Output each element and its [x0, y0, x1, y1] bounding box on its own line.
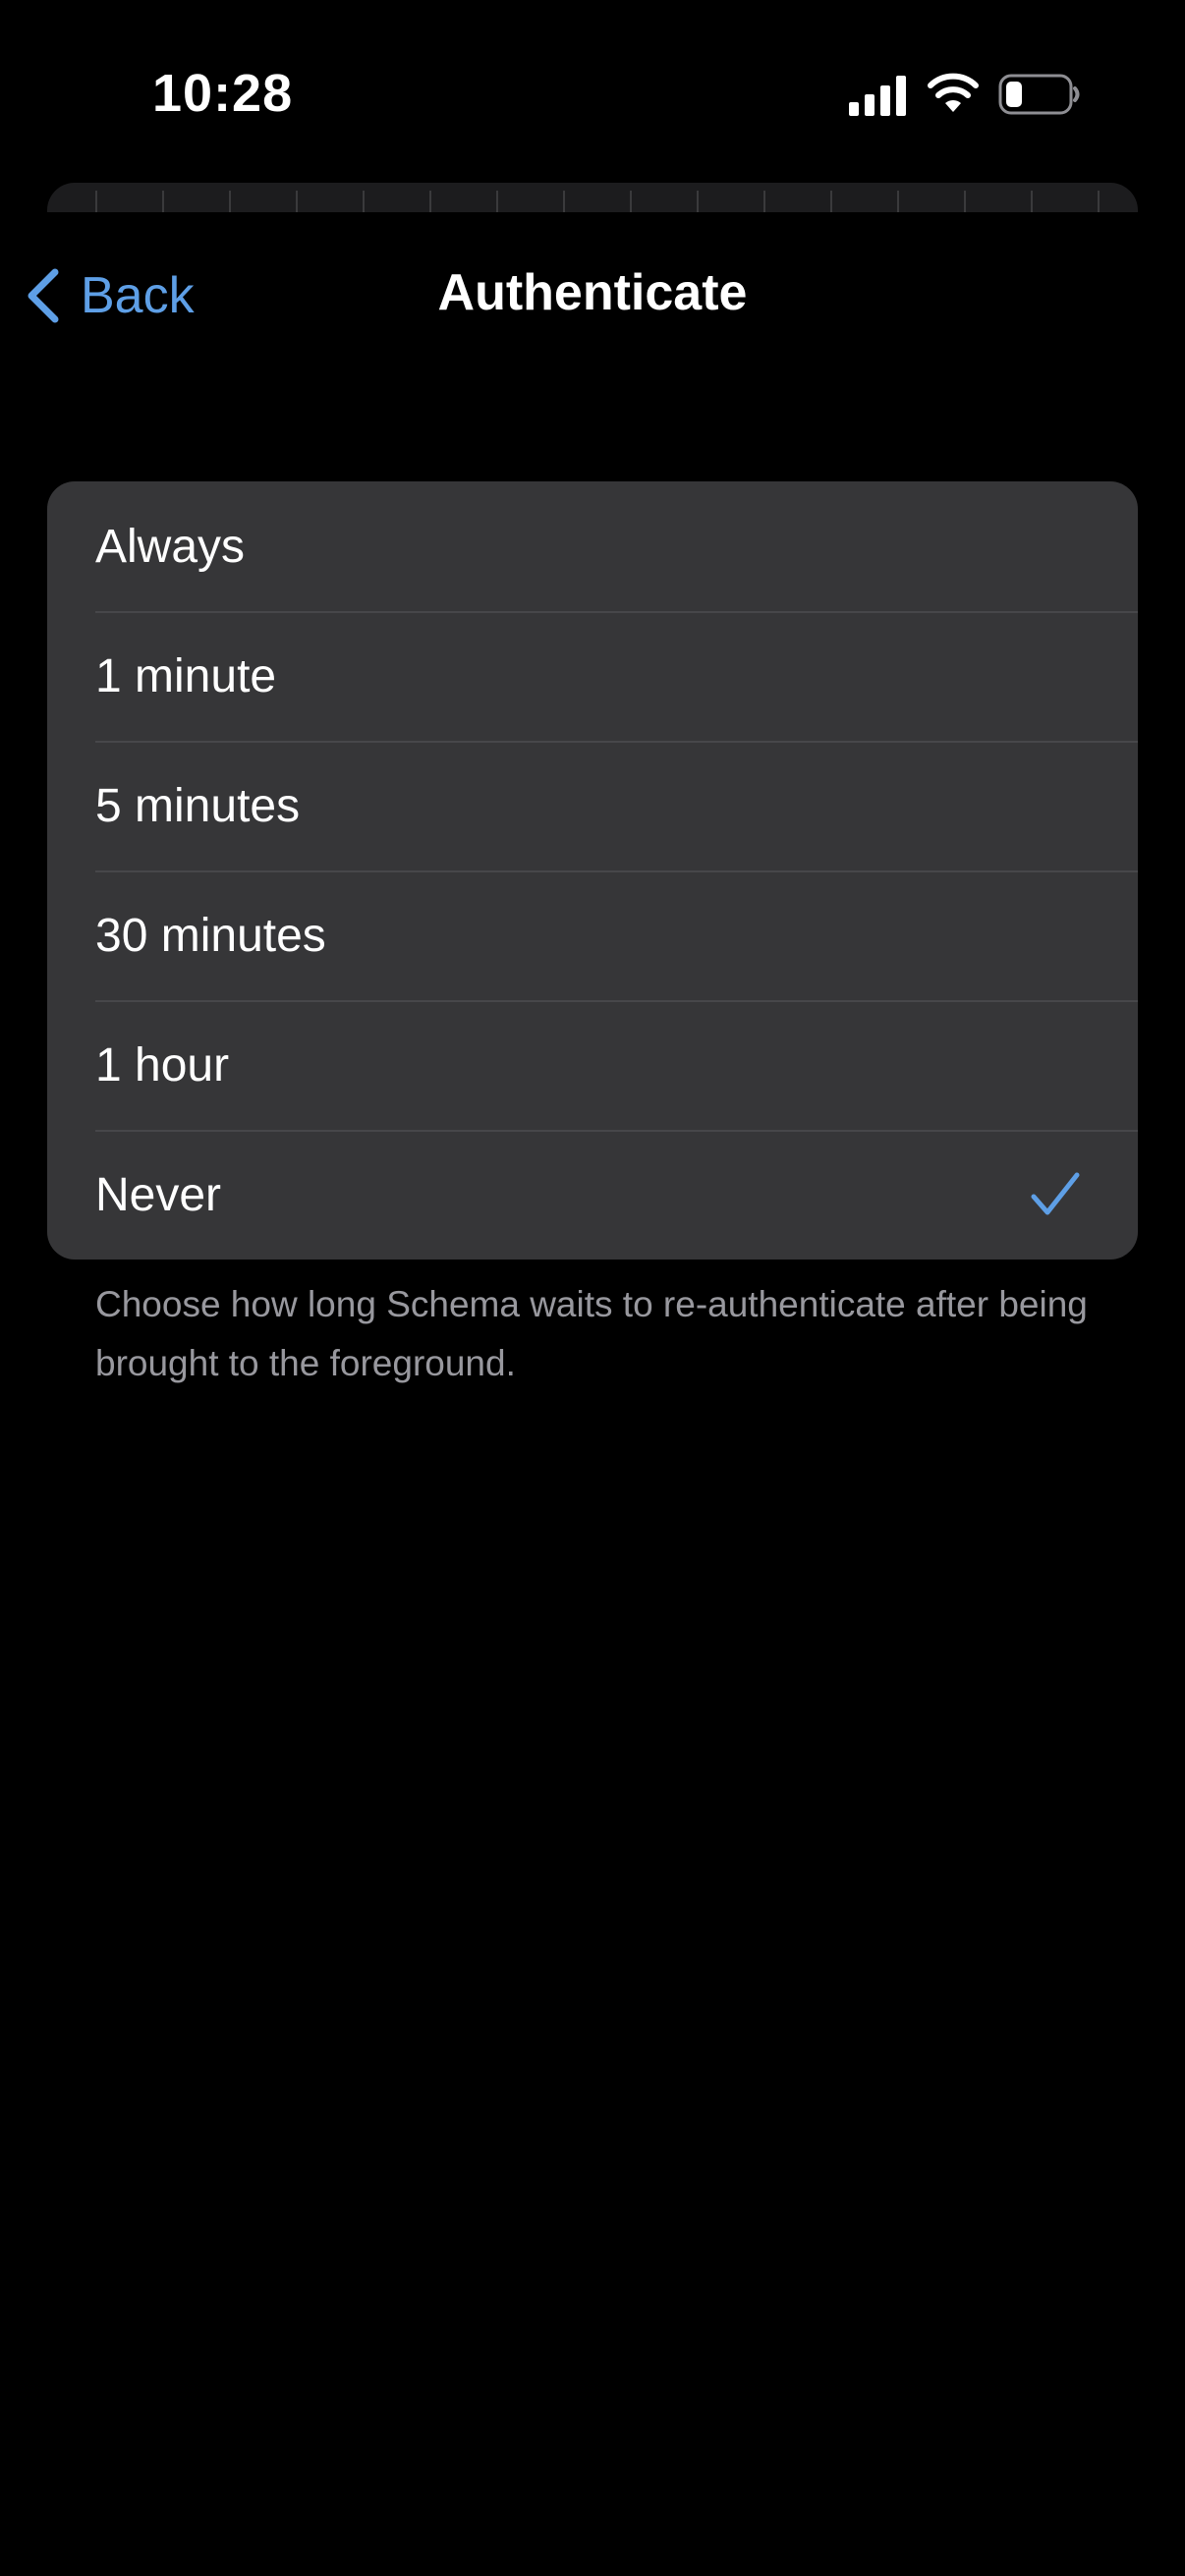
- option-label: 5 minutes: [95, 779, 301, 832]
- option-never[interactable]: Never: [47, 1130, 1138, 1260]
- option-label: 1 hour: [95, 1038, 230, 1092]
- option-label: Always: [95, 520, 246, 573]
- option-1-minute[interactable]: 1 minute: [47, 611, 1138, 741]
- navigation-bar: Back Authenticate: [0, 212, 1185, 379]
- section-footer-text: Choose how long Schema waits to re-authe…: [95, 1284, 1088, 1383]
- option-label: 30 minutes: [95, 909, 326, 962]
- option-label: 1 minute: [95, 649, 277, 702]
- option-1-hour[interactable]: 1 hour: [47, 1000, 1138, 1130]
- option-30-minutes[interactable]: 30 minutes: [47, 870, 1138, 1000]
- status-bar: 10:28: [0, 0, 1185, 187]
- page-title: Authenticate: [437, 264, 748, 321]
- cellular-signal-icon: [849, 76, 906, 116]
- battery-low-icon: [998, 74, 1080, 115]
- wifi-icon: [928, 73, 979, 112]
- option-always[interactable]: Always: [47, 481, 1138, 611]
- sheet-edge-pattern: [95, 191, 1100, 212]
- status-time: 10:28: [152, 64, 294, 123]
- option-label: Never: [95, 1168, 222, 1221]
- option-5-minutes[interactable]: 5 minutes: [47, 741, 1138, 870]
- background-sheet-edge: [47, 183, 1138, 212]
- checkmark-icon: [1031, 1172, 1080, 1215]
- authenticate-options-list: Always 1 minute 5 minutes 30 minutes 1 h…: [47, 481, 1138, 1260]
